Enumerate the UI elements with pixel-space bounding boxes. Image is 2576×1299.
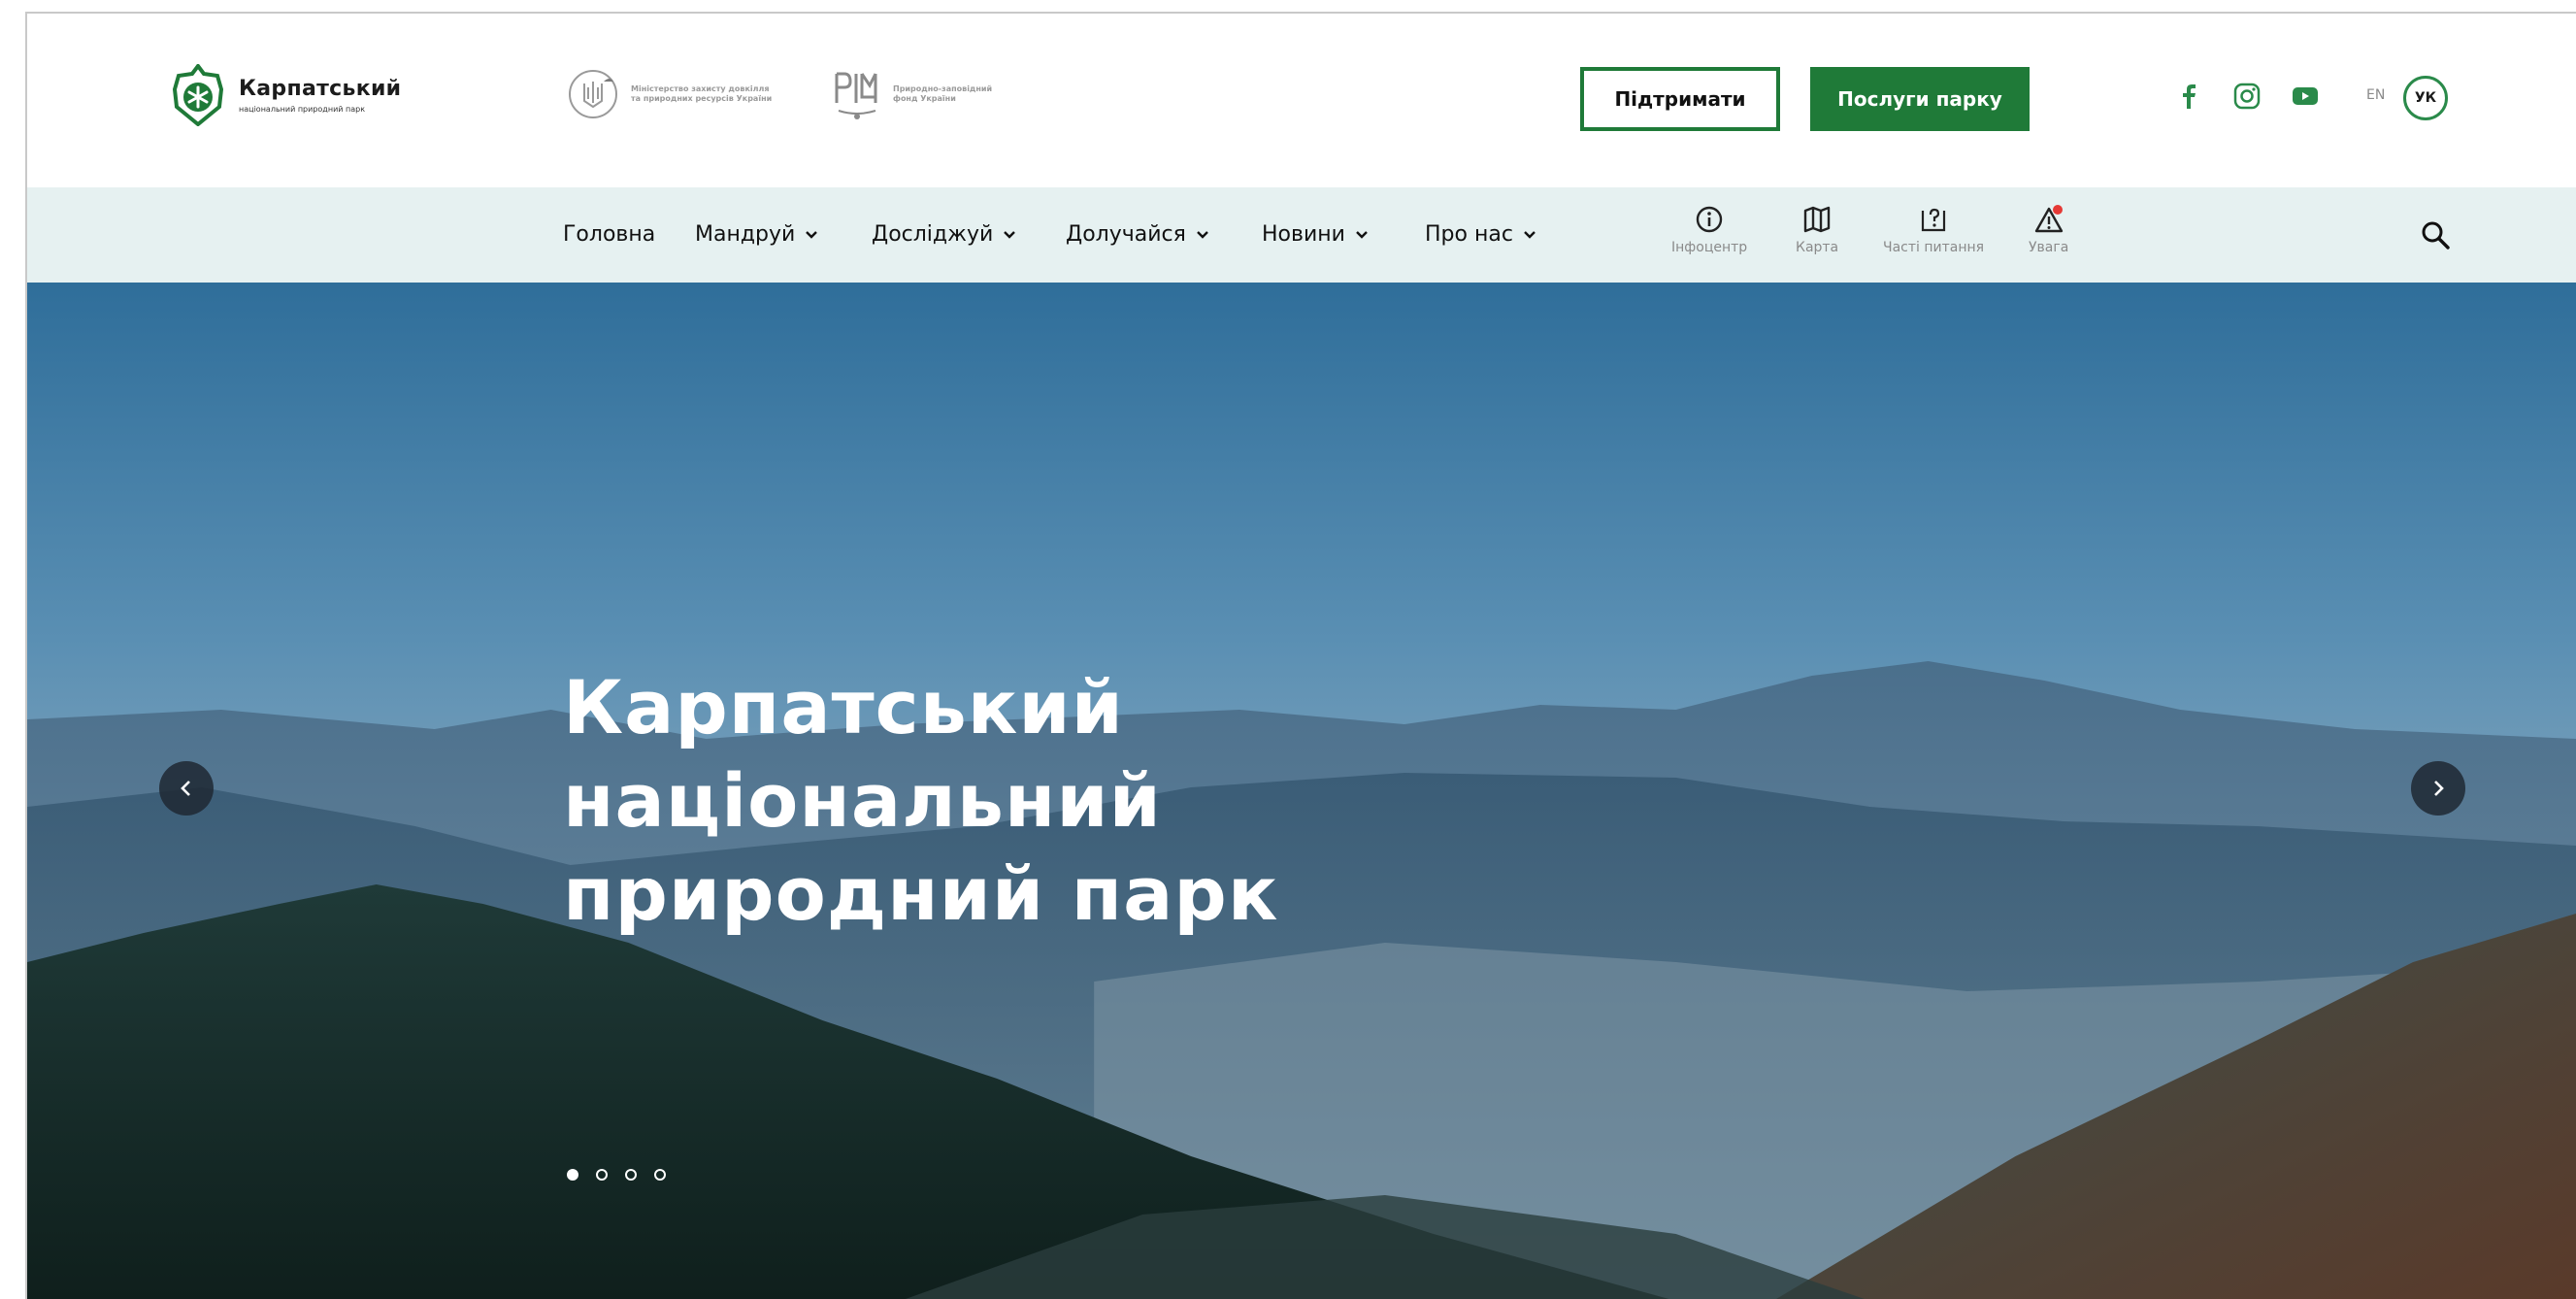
pzf-text: Природно-заповідний фонд України [893,84,993,103]
tool-faq[interactable]: Часті питання [1883,205,1984,255]
page-frame: Карпатський національний природний парк … [25,12,2576,1299]
trident-emblem-icon [569,70,617,118]
pzf-emblem-icon [835,72,877,119]
faq-book-icon [1921,208,1946,232]
slide-dot-4[interactable] [654,1169,666,1181]
pzf-logo[interactable]: Природно-заповідний фонд України [833,68,1000,120]
tool-infocenter-label: Інфоцентр [1671,240,1748,255]
logo-title: Карпатський [239,77,402,101]
info-icon [1696,206,1723,233]
nav-explore-label: Досліджуй [872,222,994,247]
hero-slider: Карпатський національний природний парк [27,283,2576,1299]
lang-uk-active[interactable]: УК [2403,76,2448,120]
nav-join[interactable]: Долучайся [1066,222,1209,247]
chevron-down-icon [1004,230,1016,239]
slide-dot-1[interactable] [567,1169,578,1181]
nav-home[interactable]: Головна [563,222,655,247]
lang-en-link[interactable]: EN [2366,87,2385,103]
nav-home-label: Головна [563,222,656,247]
tool-attention-label: Увага [2029,240,2069,255]
nav-news-label: Новини [1262,222,1345,247]
nav-explore[interactable]: Досліджуй [872,222,1016,247]
tool-map[interactable]: Карта [1796,205,1838,255]
tool-map-label: Карта [1796,240,1839,255]
nav-travel-label: Мандруй [695,222,796,247]
youtube-icon[interactable] [2291,82,2320,111]
nav-join-label: Долучайся [1066,222,1186,247]
ministry-text: Міністерство захисту довкілля та природн… [631,84,773,103]
slide-dot-2[interactable] [596,1169,608,1181]
warning-icon [2034,205,2063,233]
chevron-down-icon [806,230,818,239]
chevron-down-icon [1196,230,1208,239]
next-slide-button[interactable] [2411,761,2465,816]
park-logo[interactable]: Карпатський національний природний парк [171,64,401,126]
slide-indicators [567,1169,666,1181]
nav-about-label: Про нас [1425,222,1513,247]
chevron-left-icon [181,781,190,796]
hero-title: Карпатський національний природний парк [563,664,1279,937]
tool-infocenter[interactable]: Інфоцентр [1671,205,1747,255]
slide-dot-3[interactable] [625,1169,637,1181]
nav-about[interactable]: Про нас [1425,222,1536,247]
tool-attention[interactable]: Увага [2029,205,2068,255]
logo-subtitle: національний природний парк [239,105,366,114]
tool-faq-label: Часті питання [1883,240,1985,255]
chevron-right-icon [2434,781,2444,796]
ministry-logo[interactable]: Міністерство захисту довкілля та природн… [567,68,776,120]
support-button[interactable]: Підтримати [1580,67,1780,131]
nav-travel[interactable]: Мандруй [695,222,818,247]
chevron-down-icon [1524,230,1536,239]
main-nav: Головна Мандруй Досліджуй Долучайся Нови… [27,187,2576,283]
search-icon[interactable] [2419,218,2452,251]
facebook-icon[interactable] [2174,82,2203,111]
nav-news[interactable]: Новини [1262,222,1369,247]
prev-slide-button[interactable] [159,761,214,816]
park-services-button[interactable]: Послуги парку [1810,67,2030,131]
park-emblem-icon [172,64,224,126]
instagram-icon[interactable] [2232,82,2262,111]
top-header: Карпатський національний природний парк … [27,14,2576,187]
chevron-down-icon [1356,230,1368,239]
map-icon [1803,206,1831,233]
